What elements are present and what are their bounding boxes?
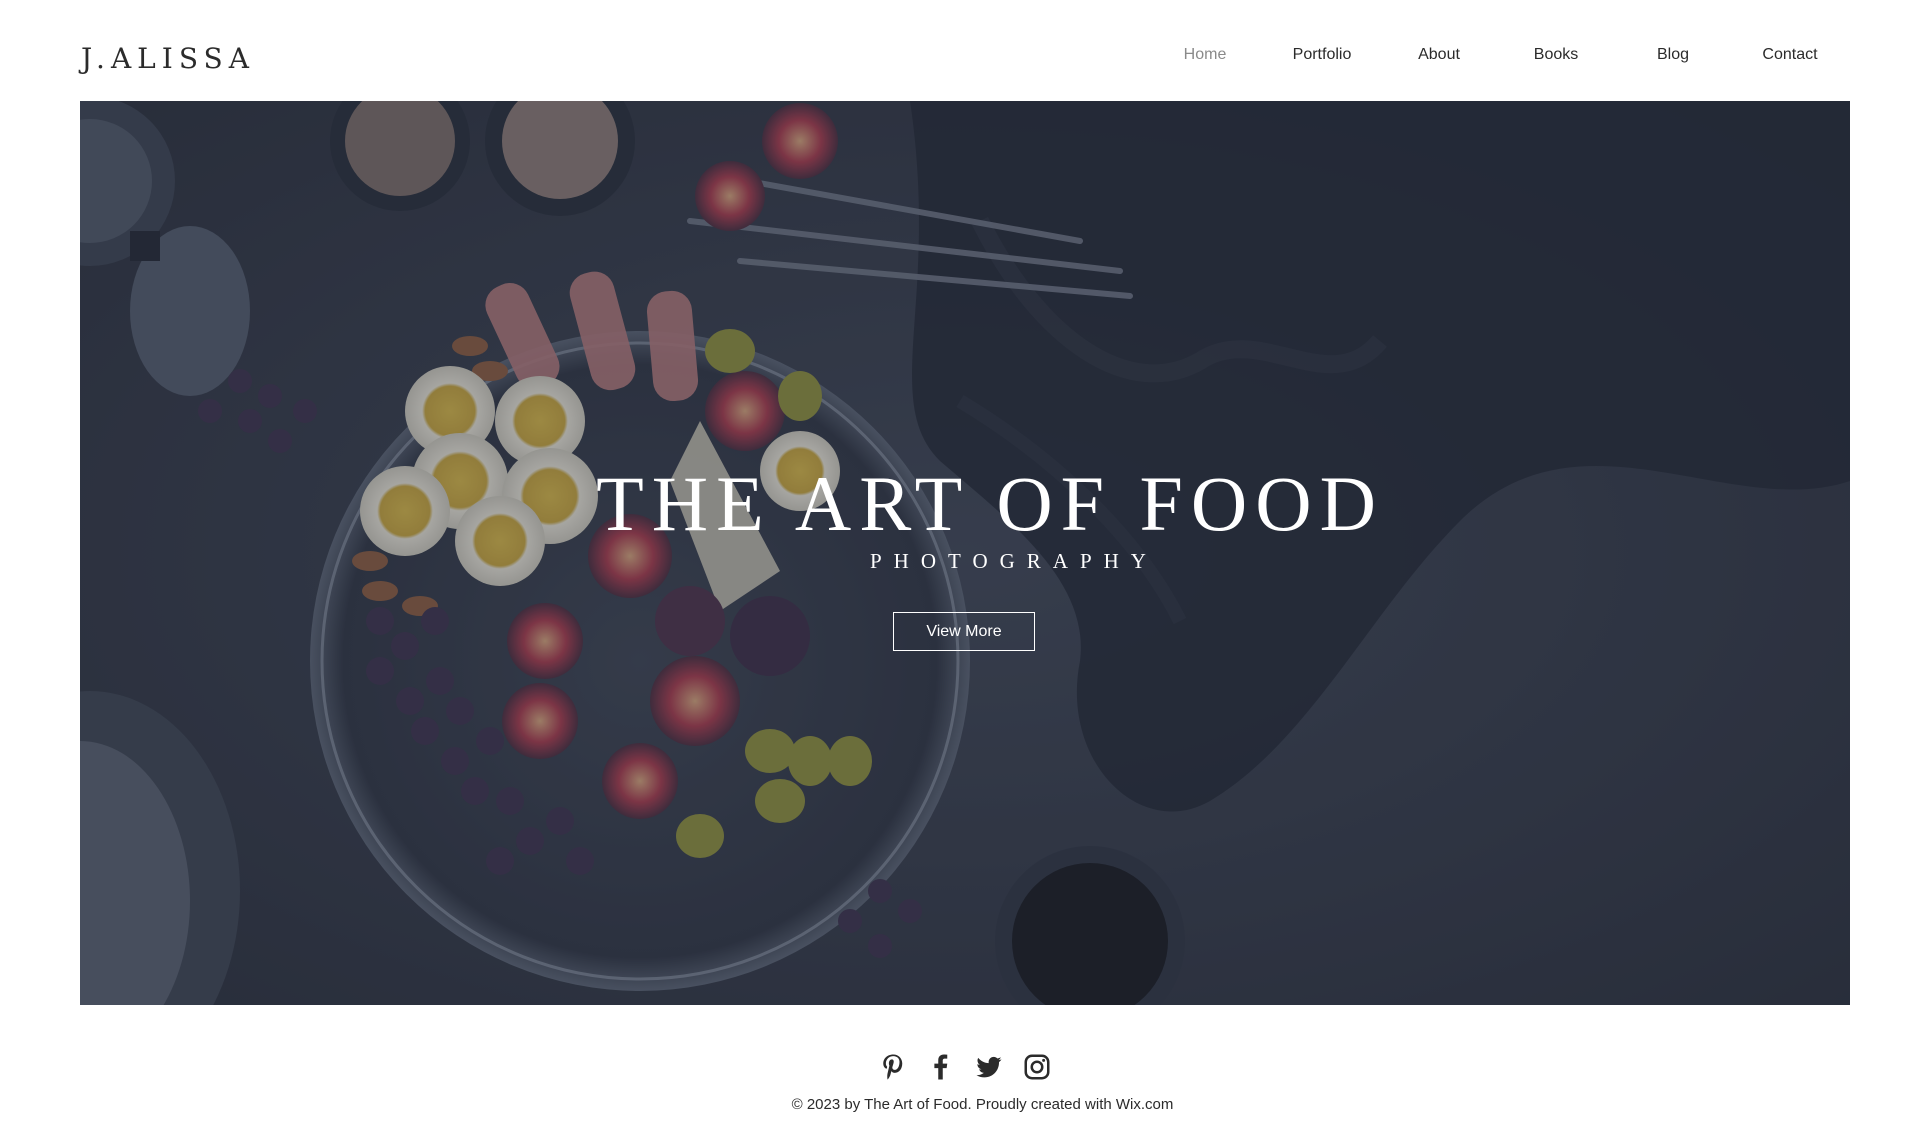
hero-subtitle: PHOTOGRAPHY: [870, 549, 1158, 573]
pinterest-icon[interactable]: [878, 1052, 908, 1082]
wix-link[interactable]: Wix.com: [1116, 1096, 1174, 1113]
facebook-icon[interactable]: [926, 1052, 956, 1082]
nav-item-home[interactable]: Home: [1184, 46, 1227, 64]
main-nav: Home Portfolio About Books Blog Contact: [1120, 46, 1834, 68]
page: J.ALISSA Home Portfolio About Books Blog…: [0, 0, 1920, 1138]
twitter-icon[interactable]: [974, 1052, 1004, 1082]
nav-item-blog[interactable]: Blog: [1657, 46, 1689, 64]
nav-item-about[interactable]: About: [1418, 46, 1460, 64]
hero-section: THE ART OF FOOD PHOTOGRAPHY View More: [80, 101, 1850, 1005]
social-bar: [878, 1052, 1052, 1082]
view-more-button[interactable]: View More: [893, 612, 1035, 651]
copyright-prefix: © 2023 by The Art of Food. Proudly creat…: [791, 1096, 1116, 1113]
nav-item-portfolio[interactable]: Portfolio: [1293, 46, 1352, 64]
nav-item-books[interactable]: Books: [1534, 46, 1578, 64]
site-logo[interactable]: J.ALISSA: [81, 42, 255, 75]
site-header: J.ALISSA Home Portfolio About Books Blog…: [0, 0, 1920, 100]
copyright-text: © 2023 by The Art of Food. Proudly creat…: [0, 1096, 1920, 1113]
instagram-icon[interactable]: [1022, 1052, 1052, 1082]
hero-title: THE ART OF FOOD: [596, 460, 1384, 547]
nav-item-contact[interactable]: Contact: [1762, 46, 1817, 64]
